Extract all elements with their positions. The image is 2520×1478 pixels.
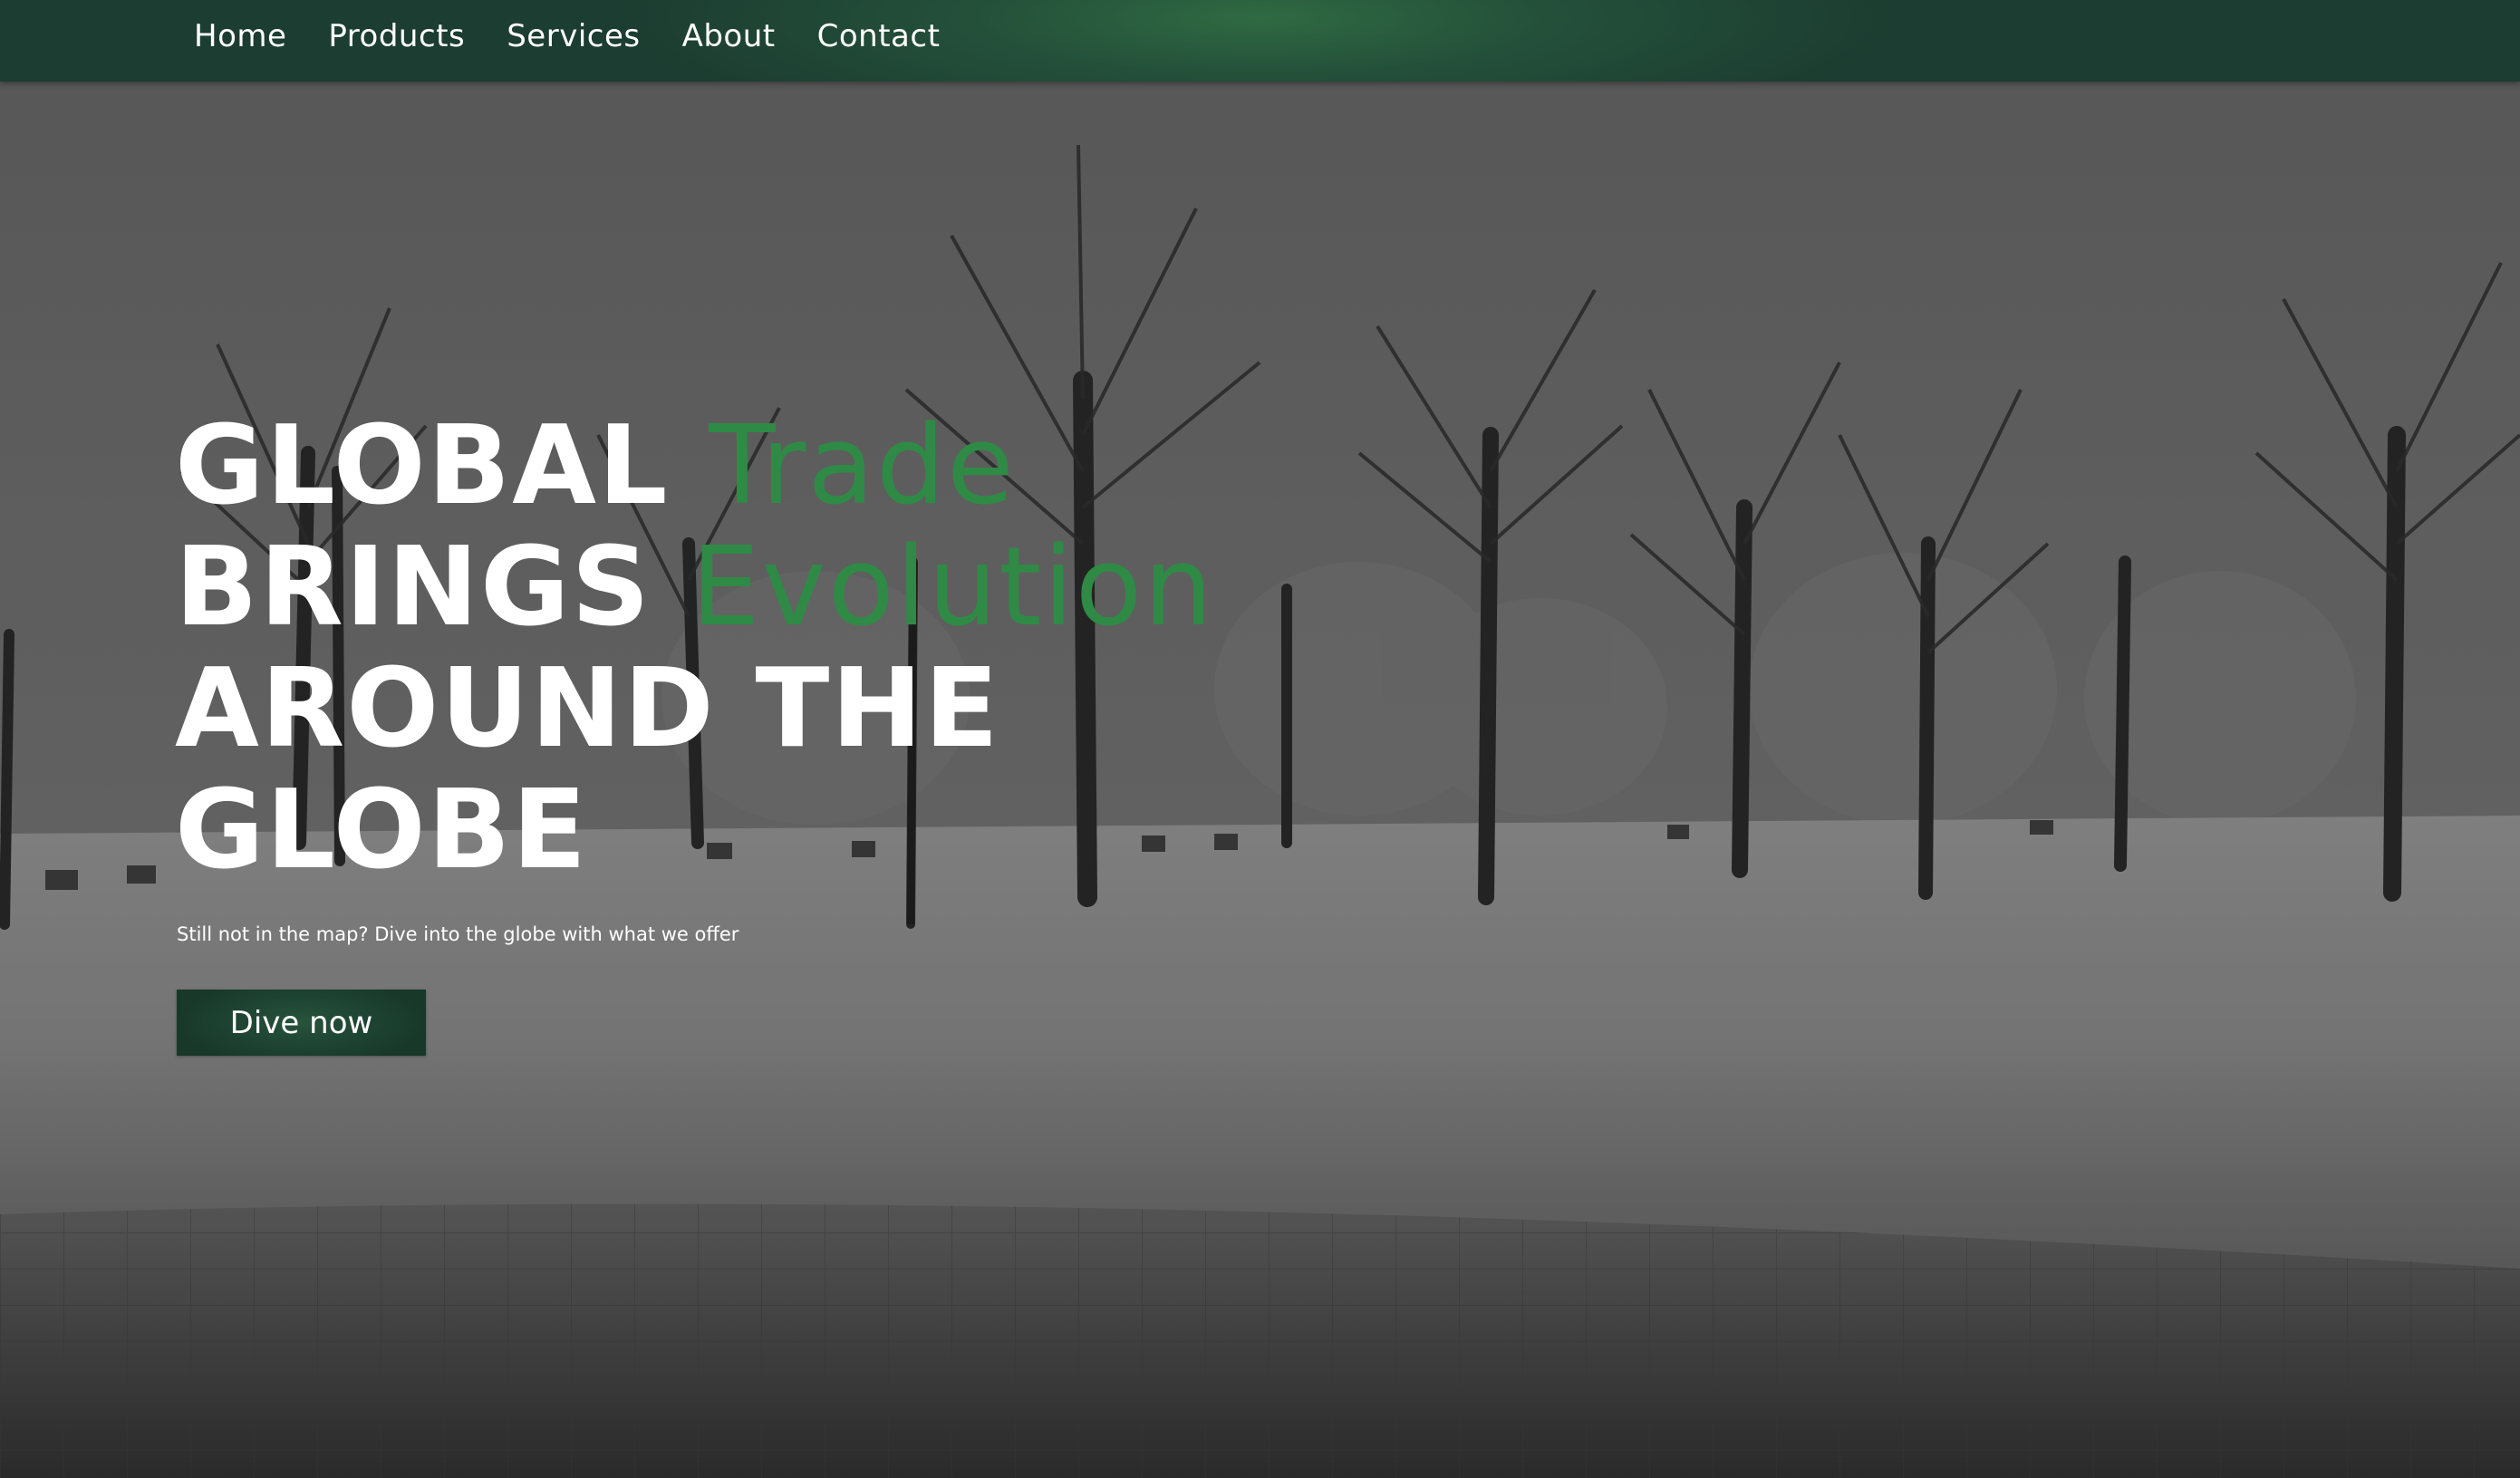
nav-item-services[interactable]: Services (507, 18, 640, 54)
headline-line-4: GLOBE (175, 768, 589, 894)
dive-now-button[interactable]: Dive now (177, 990, 426, 1056)
hero-headline: GLOBAL Trade BRINGS Evolution AROUND THE… (175, 406, 1443, 892)
landing-page: Home Products Services About Contact GLO… (0, 0, 2520, 1478)
headline-line-2: BRINGS Evolution (175, 527, 1443, 649)
headline-accent-trade: Trade (709, 403, 1016, 529)
nav-item-home[interactable]: Home (194, 18, 286, 54)
headline-word-brings: BRINGS (175, 525, 691, 651)
top-navbar: Home Products Services About Contact (0, 0, 2520, 82)
headline-line-3: AROUND THE (175, 646, 1000, 772)
headline-accent-evolution: Evolution (690, 525, 1215, 651)
nav-item-products[interactable]: Products (328, 18, 465, 54)
headline-line-1: GLOBAL Trade (175, 406, 1443, 527)
headline-word-global: GLOBAL (175, 403, 710, 529)
hero-subtitle: Still not in the map? Dive into the glob… (177, 923, 739, 945)
nav-menu: Home Products Services About Contact (194, 0, 981, 72)
nav-item-about[interactable]: About (682, 18, 776, 54)
nav-item-contact[interactable]: Contact (817, 18, 941, 54)
hero-section: GLOBAL Trade BRINGS Evolution AROUND THE… (175, 406, 1443, 892)
